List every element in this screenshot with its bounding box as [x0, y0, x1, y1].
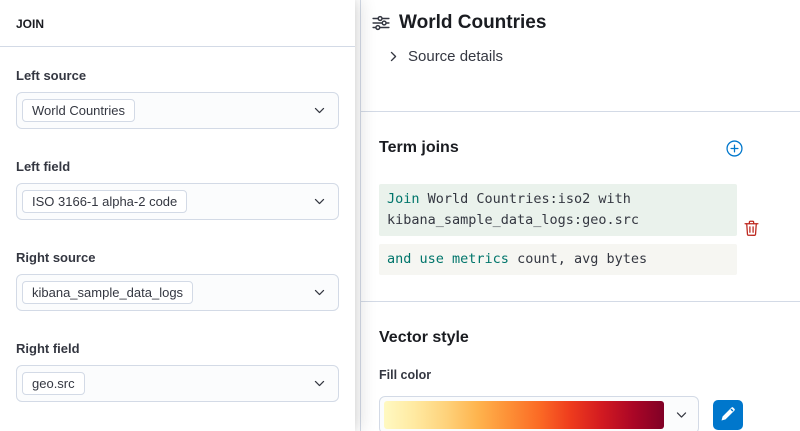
fill-color-ramp — [384, 401, 664, 429]
left-field-combobox[interactable]: ISO 3166-1 alpha-2 code — [16, 183, 339, 220]
join-expression[interactable]: Join World Countries:iso2 with kibana_sa… — [379, 184, 737, 236]
left-source-combobox[interactable]: World Countries — [16, 92, 339, 129]
maps-app-screen: World Countries Source details Term join… — [0, 0, 800, 431]
right-field-label: Right field — [16, 341, 339, 356]
join-expression-block: Join World Countries:iso2 with kibana_sa… — [379, 184, 737, 275]
join-editor-popover: JOIN Left source World Countries Left fi… — [0, 0, 355, 431]
right-source-combobox[interactable]: kibana_sample_data_logs — [16, 274, 339, 311]
right-field-value: geo.src — [22, 372, 85, 395]
join-keyword: Join — [387, 191, 420, 207]
join-value: World Countries:iso2 with kibana_sample_… — [387, 191, 639, 228]
metrics-expression[interactable]: and use metrics count, avg bytes — [379, 244, 737, 275]
pencil-icon — [721, 407, 735, 424]
term-joins-heading: Term joins — [379, 138, 459, 158]
right-field-combobox[interactable]: geo.src — [16, 365, 339, 402]
left-source-value: World Countries — [22, 99, 135, 122]
vector-style-heading: Vector style — [379, 328, 743, 348]
plus-in-circle-icon — [726, 145, 743, 160]
edit-fill-color-button[interactable] — [713, 400, 743, 430]
layer-title: World Countries — [399, 12, 546, 34]
right-source-field-group: Right source kibana_sample_data_logs — [16, 250, 339, 311]
left-source-label: Left source — [16, 68, 339, 83]
chevron-down-icon — [675, 409, 688, 422]
right-source-value: kibana_sample_data_logs — [22, 281, 193, 304]
source-details-toggle[interactable]: Source details — [387, 48, 743, 65]
metrics-keyword: and use metrics — [387, 251, 509, 267]
chevron-down-icon — [313, 377, 326, 390]
add-join-button[interactable] — [726, 140, 743, 157]
chevron-down-icon — [313, 286, 326, 299]
fill-color-label: Fill color — [379, 368, 743, 382]
right-source-label: Right source — [16, 250, 339, 265]
fill-color-select[interactable] — [379, 396, 699, 431]
term-joins-section: Term joins Join World Countries:iso2 wit… — [361, 112, 800, 301]
vector-style-section: Vector style Fill color — [361, 302, 800, 431]
popover-title: JOIN — [0, 0, 355, 46]
chevron-down-icon — [313, 195, 326, 208]
join-form: Left source World Countries Left field I… — [0, 68, 355, 402]
trash-icon — [744, 225, 759, 240]
right-field-field-group: Right field geo.src — [16, 341, 339, 402]
left-field-label: Left field — [16, 159, 339, 174]
chevron-right-icon — [387, 50, 400, 63]
delete-join-button[interactable] — [744, 220, 759, 237]
left-field-field-group: Left field ISO 3166-1 alpha-2 code — [16, 159, 339, 220]
chevron-down-icon — [313, 104, 326, 117]
metrics-value: count, avg bytes — [517, 251, 647, 267]
left-field-value: ISO 3166-1 alpha-2 code — [22, 190, 187, 213]
flyout-header: World Countries Source details — [361, 0, 800, 65]
layer-settings-flyout: World Countries Source details Term join… — [360, 0, 800, 431]
divider — [0, 46, 355, 47]
layer-settings-icon — [372, 14, 390, 32]
source-details-label: Source details — [408, 48, 503, 65]
left-source-field-group: Left source World Countries — [16, 68, 339, 129]
